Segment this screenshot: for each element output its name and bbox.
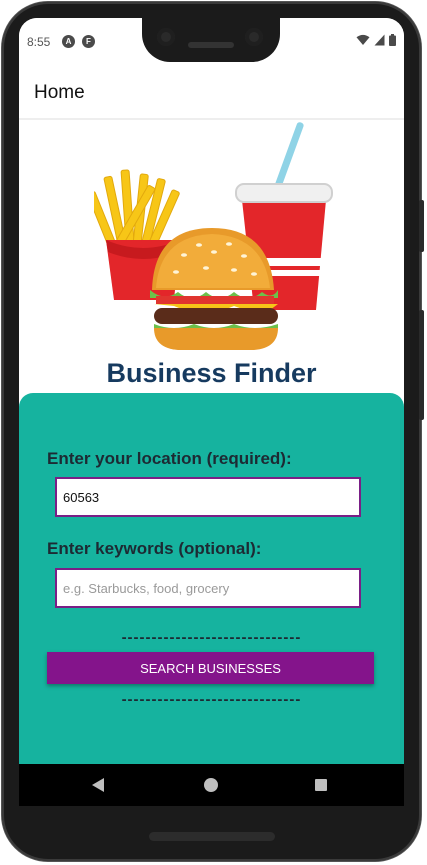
- wifi-icon: [356, 34, 370, 45]
- location-label: Enter your location (required):: [47, 449, 292, 468]
- search-form-card: Enter your location (required): Enter ke…: [19, 393, 404, 804]
- a-icon: A: [62, 35, 75, 48]
- brand-title: Business Finder: [106, 358, 317, 388]
- bottom-speaker: [149, 832, 275, 841]
- page-title: Home: [34, 82, 85, 103]
- earpiece-speaker: [188, 42, 234, 48]
- status-time: 8:55: [27, 35, 51, 49]
- divider-top: ------------------------------: [121, 629, 302, 646]
- volume-button: [419, 310, 424, 420]
- keywords-input[interactable]: [55, 568, 361, 608]
- fast-food-logo: [94, 122, 333, 350]
- recent-apps-icon[interactable]: [315, 779, 327, 791]
- signal-icon: [374, 34, 385, 46]
- location-input[interactable]: [55, 477, 361, 517]
- power-button: [419, 200, 424, 252]
- screen: 8:55 A F Home Business Finder Enter your…: [19, 18, 404, 804]
- status-bar: 8:55 A F: [19, 18, 404, 66]
- navigation-bar: [19, 764, 404, 806]
- battery-icon: [389, 34, 396, 46]
- f-icon: F: [82, 35, 95, 48]
- divider-bottom: ------------------------------: [121, 691, 302, 708]
- home-icon[interactable]: [204, 778, 218, 792]
- keywords-label: Enter keywords (optional):: [47, 539, 262, 558]
- back-icon[interactable]: [92, 778, 104, 792]
- app-bar: Home: [19, 66, 404, 120]
- search-businesses-button[interactable]: SEARCH BUSINESSES: [47, 652, 374, 684]
- front-camera-left: [157, 28, 175, 46]
- camera-notch: [142, 18, 280, 62]
- front-camera-right: [245, 28, 263, 46]
- system-icons: [356, 34, 396, 46]
